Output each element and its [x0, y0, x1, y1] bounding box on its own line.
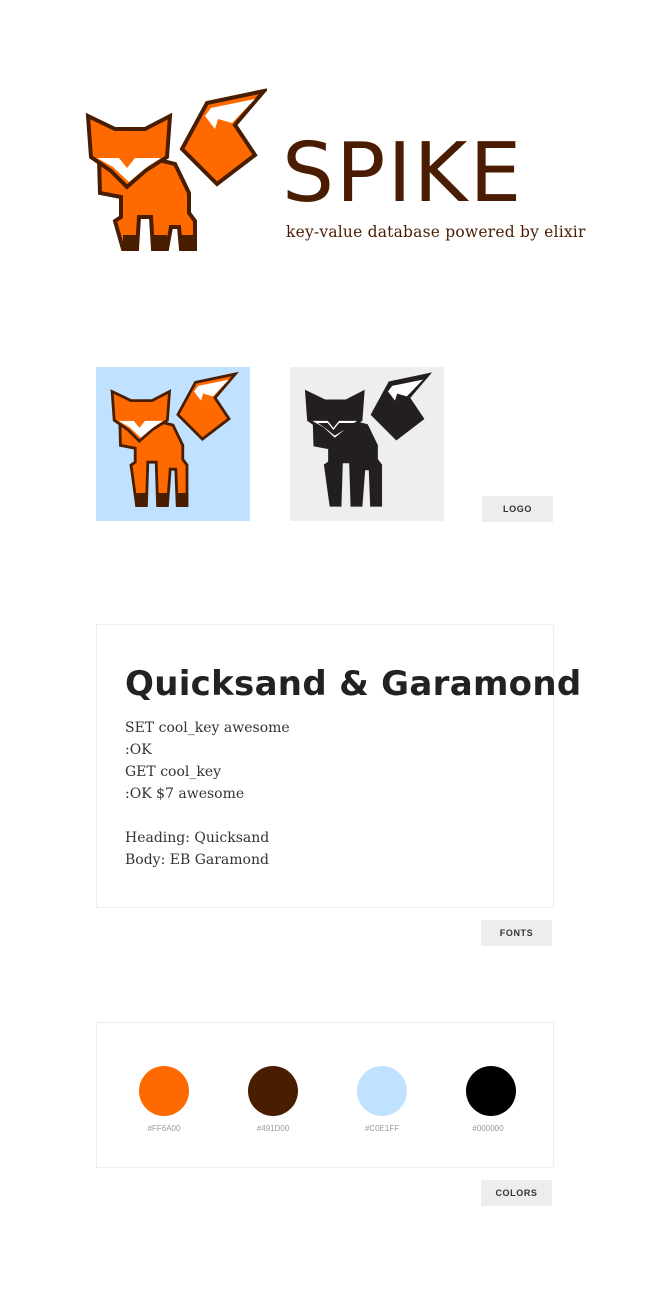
color-hex-label: #000000: [472, 1124, 504, 1133]
body-font-label: Body: EB Garamond: [125, 852, 269, 868]
fox-mono-icon: [304, 372, 433, 507]
colors-section-tag: COLORS: [481, 1180, 552, 1206]
color-hex-label: #FF6A00: [147, 1124, 181, 1133]
code-line: :OK: [125, 742, 152, 758]
color-swatch-light-blue: [357, 1066, 407, 1116]
fonts-heading: Quicksand & Garamond: [125, 664, 582, 704]
brand-tagline: key-value database powered by elixir: [286, 223, 586, 241]
logo-tile-color: [96, 367, 250, 521]
color-swatch-orange: [139, 1066, 189, 1116]
code-line: GET cool_key: [125, 764, 222, 780]
logo-tile-mono: [290, 367, 444, 521]
logo-section-tag: LOGO: [482, 496, 553, 522]
code-line: SET cool_key awesome: [125, 720, 290, 736]
color-swatch-black: [466, 1066, 516, 1116]
code-line: :OK $7 awesome: [125, 786, 245, 802]
color-swatch-brown: [248, 1066, 298, 1116]
fonts-section-tag: FONTS: [481, 920, 552, 946]
main-fox-logo: [85, 88, 267, 251]
heading-font-label: Heading: Quicksand: [125, 830, 270, 846]
color-hex-label: #491D00: [256, 1124, 290, 1133]
color-hex-label: #C0E1FF: [364, 1124, 400, 1133]
brand-title: SPIKE: [282, 126, 524, 221]
fox-color-icon: [110, 371, 240, 507]
